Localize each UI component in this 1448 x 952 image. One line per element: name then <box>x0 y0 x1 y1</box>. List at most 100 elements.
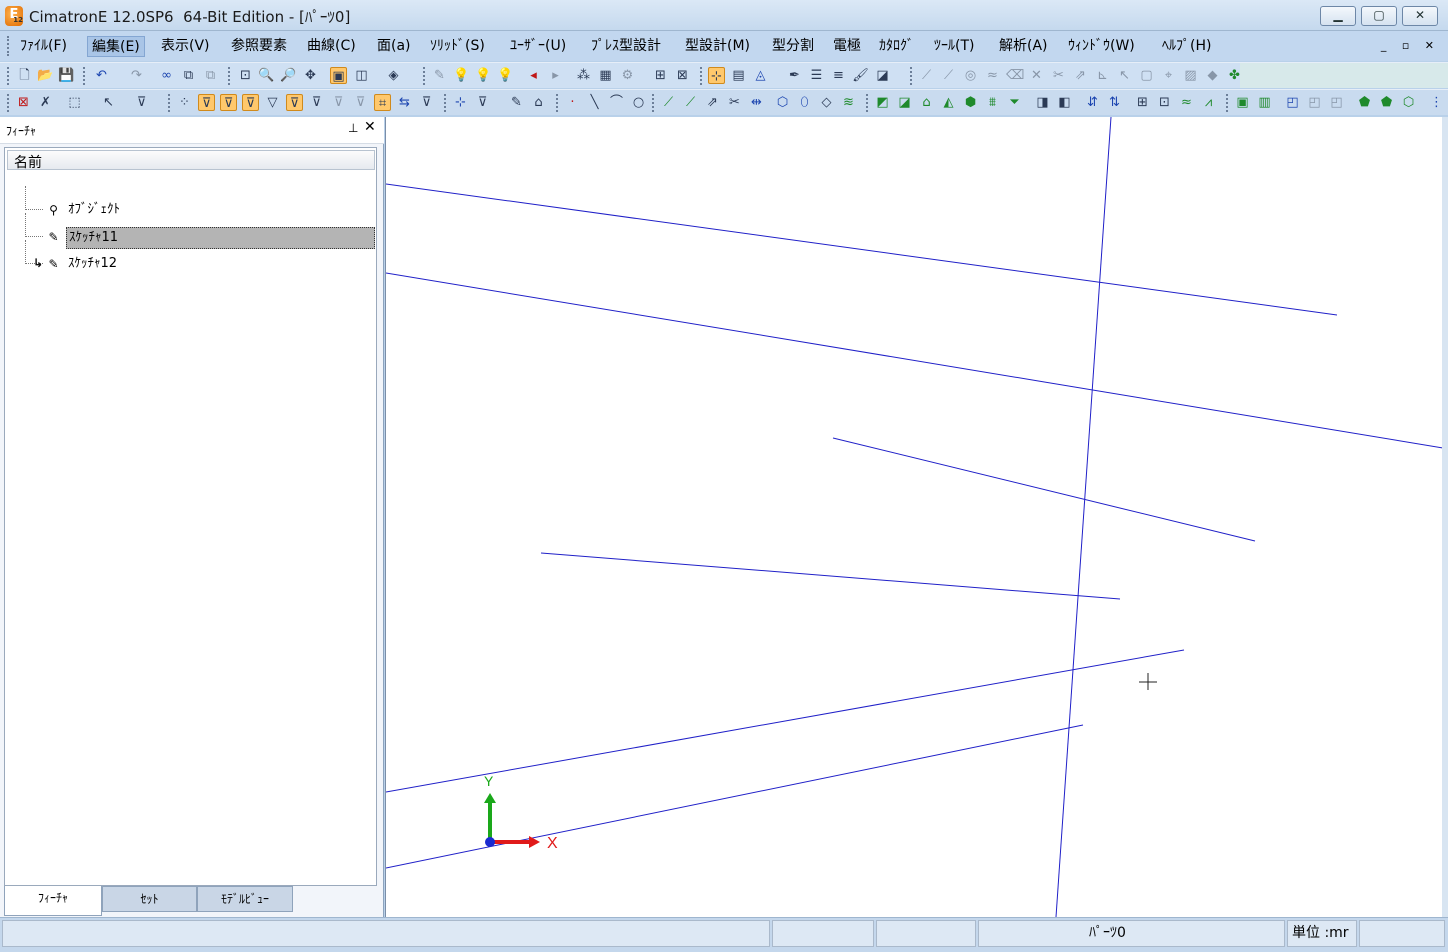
curve-tool-3-icon[interactable]: ≈ <box>984 67 1001 84</box>
snap-point-icon[interactable]: ⊽ <box>198 94 215 111</box>
point-icon[interactable]: · <box>564 94 581 111</box>
copy-object-icon[interactable]: ⧉ <box>180 67 197 84</box>
snap-tangent-icon[interactable]: ⊽ <box>286 94 303 111</box>
graphics-viewport[interactable]: X Y <box>385 117 1443 917</box>
menu-curve[interactable]: 曲線(C) <box>303 36 360 57</box>
component-icon[interactable]: ⊞ <box>652 67 669 84</box>
snap-center-icon[interactable]: ▽ <box>264 94 281 111</box>
solid-5-icon[interactable]: ◰ <box>1328 94 1345 111</box>
trim-icon[interactable]: ✂ <box>726 94 743 111</box>
animation-tool-icon[interactable]: ✤ <box>1226 67 1243 84</box>
layer-icon[interactable]: ⁂ <box>575 67 592 84</box>
surface-1-icon[interactable]: ◩ <box>874 94 891 111</box>
paste-object-icon[interactable]: ⧉ <box>202 67 219 84</box>
select-mode-icon[interactable]: ⬚ <box>66 94 83 111</box>
sketch-icon[interactable]: ✎ <box>508 94 525 111</box>
shaded-view-icon[interactable]: ▣ <box>330 67 347 84</box>
chamfer-icon[interactable]: ⟋ <box>682 94 699 111</box>
maximize-button[interactable]: ▢ <box>1361 6 1397 26</box>
next-view-icon[interactable]: ▸ <box>547 67 564 84</box>
menu-user[interactable]: ﾕｰｻﾞｰ(U) <box>506 36 570 57</box>
surface-5-icon[interactable]: ⬢ <box>962 94 979 111</box>
toolbar-overflow-icon[interactable]: ⋮ <box>1428 94 1445 111</box>
tab-model-view[interactable]: ﾓﾃﾞﾙﾋﾞｭｰ <box>197 886 293 912</box>
polygon-icon[interactable]: ⌂ <box>530 94 547 111</box>
circle-icon[interactable]: ○ <box>630 94 647 111</box>
solid-6-icon[interactable]: ⬟ <box>1356 94 1373 111</box>
sketch-filter-icon[interactable]: ⊽ <box>474 94 491 111</box>
sketch-line[interactable] <box>386 183 1338 316</box>
face-1-icon[interactable]: ◨ <box>1034 94 1051 111</box>
surface-6-icon[interactable]: ⩩ <box>984 94 1001 111</box>
extrude-icon[interactable]: ⬡ <box>774 94 791 111</box>
sketch-line[interactable] <box>540 552 1121 600</box>
app-logo-icon[interactable]: E 12 <box>5 6 23 26</box>
surface-2-icon[interactable]: ◪ <box>896 94 913 111</box>
curve-tool-2-icon[interactable]: ⟋ <box>940 67 957 84</box>
face-3-icon[interactable]: ⇵ <box>1084 94 1101 111</box>
eraser-icon[interactable]: ⌫ <box>1006 67 1024 84</box>
line-icon[interactable]: ╲ <box>586 94 603 111</box>
loft-icon[interactable]: ≋ <box>840 94 857 111</box>
new-file-icon[interactable]: 🗋 <box>16 67 33 84</box>
menu-file[interactable]: ﾌｧｲﾙ(F) <box>16 36 71 57</box>
constraint-icon[interactable]: ⇆ <box>396 94 413 111</box>
sketch-line[interactable] <box>832 437 1256 542</box>
menu-reference[interactable]: 参照要素 <box>227 36 291 57</box>
render-icon[interactable]: ◪ <box>874 67 891 84</box>
grid-icon[interactable]: ▤ <box>730 67 747 84</box>
menu-help[interactable]: ﾍﾙﾌﾟ(H) <box>1158 36 1215 57</box>
sketch-line[interactable] <box>1055 117 1112 917</box>
toolbar-grip[interactable] <box>7 94 10 112</box>
sketch-line[interactable] <box>386 649 1185 793</box>
settings-gear-icon[interactable]: ⚙ <box>619 67 636 84</box>
revolve-icon[interactable]: ⬯ <box>796 94 813 111</box>
snap-mid-icon[interactable]: ⊽ <box>220 94 237 111</box>
menu-face[interactable]: 面(a) <box>373 36 415 57</box>
cross-tool-icon[interactable]: ✕ <box>1028 67 1045 84</box>
measure-icon[interactable]: ▦ <box>597 67 614 84</box>
menu-press-die[interactable]: ﾌﾟﾚｽ型設計 <box>587 36 665 57</box>
solid-7-icon[interactable]: ⬟ <box>1378 94 1395 111</box>
redo-icon[interactable]: ↷ <box>128 67 145 84</box>
column-header-name[interactable]: 名前 <box>7 150 375 171</box>
light-settings-icon[interactable]: 💡 <box>497 67 514 84</box>
menu-parting[interactable]: 型分割 <box>768 36 818 57</box>
mesh-1-icon[interactable]: ⊞ <box>1134 94 1151 111</box>
close-window-button[interactable]: ✕ <box>1402 6 1438 26</box>
tree-item-object[interactable]: ⚲ ｵﾌﾞｼﾞｪｸﾄ <box>5 186 376 222</box>
surface-4-icon[interactable]: ◭ <box>940 94 957 111</box>
zoom-window-icon[interactable]: 🔍 <box>258 67 275 84</box>
menu-edit[interactable]: 編集(E) <box>87 36 145 57</box>
xyz-tool-icon[interactable]: ⌖ <box>1160 67 1177 84</box>
menubar-grip[interactable] <box>7 36 10 56</box>
menu-solid[interactable]: ｿﾘｯﾄﾞ(S) <box>426 36 489 57</box>
solid-4-icon[interactable]: ◰ <box>1306 94 1323 111</box>
mdi-window-controls[interactable]: _ ▫ ✕ <box>1381 39 1440 52</box>
solid-tool-icon[interactable]: ◆ <box>1204 67 1221 84</box>
tab-feature[interactable]: ﾌｨｰﾁｬ <box>4 886 102 916</box>
surface-7-icon[interactable]: ⏷ <box>1006 94 1023 111</box>
line-width-icon[interactable]: ≡ <box>830 67 847 84</box>
solid-1-icon[interactable]: ▣ <box>1234 94 1251 111</box>
pick-icon[interactable]: ↖ <box>100 94 117 111</box>
cancel-sketch-icon[interactable]: ✗ <box>37 94 54 111</box>
color-fill-icon[interactable]: ◬ <box>752 67 769 84</box>
snap-all-icon[interactable]: ⌗ <box>374 94 391 111</box>
cut-tool-icon[interactable]: ✂ <box>1050 67 1067 84</box>
panel-close-icon[interactable]: ✕ <box>364 119 376 135</box>
pan-icon[interactable]: ✥ <box>302 67 319 84</box>
filter-pick-icon[interactable]: ⊽ <box>133 94 150 111</box>
mesh-4-icon[interactable]: ⩘ <box>1200 94 1217 111</box>
sweep-icon[interactable]: ◇ <box>818 94 835 111</box>
pin-icon[interactable]: ⊥ <box>348 121 358 135</box>
wireframe-view-icon[interactable]: ◫ <box>353 67 370 84</box>
menu-tools[interactable]: ﾂｰﾙ(T) <box>930 36 978 57</box>
light-on-icon[interactable]: 💡 <box>475 67 492 84</box>
face-4-icon[interactable]: ⇅ <box>1106 94 1123 111</box>
box-tool-icon[interactable]: ▢ <box>1138 67 1155 84</box>
cube-tool-icon[interactable]: ▨ <box>1182 67 1199 84</box>
pen-icon[interactable]: ✒ <box>786 67 803 84</box>
snap-normal-icon[interactable]: ⊽ <box>308 94 325 111</box>
menu-analysis[interactable]: 解析(A) <box>995 36 1052 57</box>
